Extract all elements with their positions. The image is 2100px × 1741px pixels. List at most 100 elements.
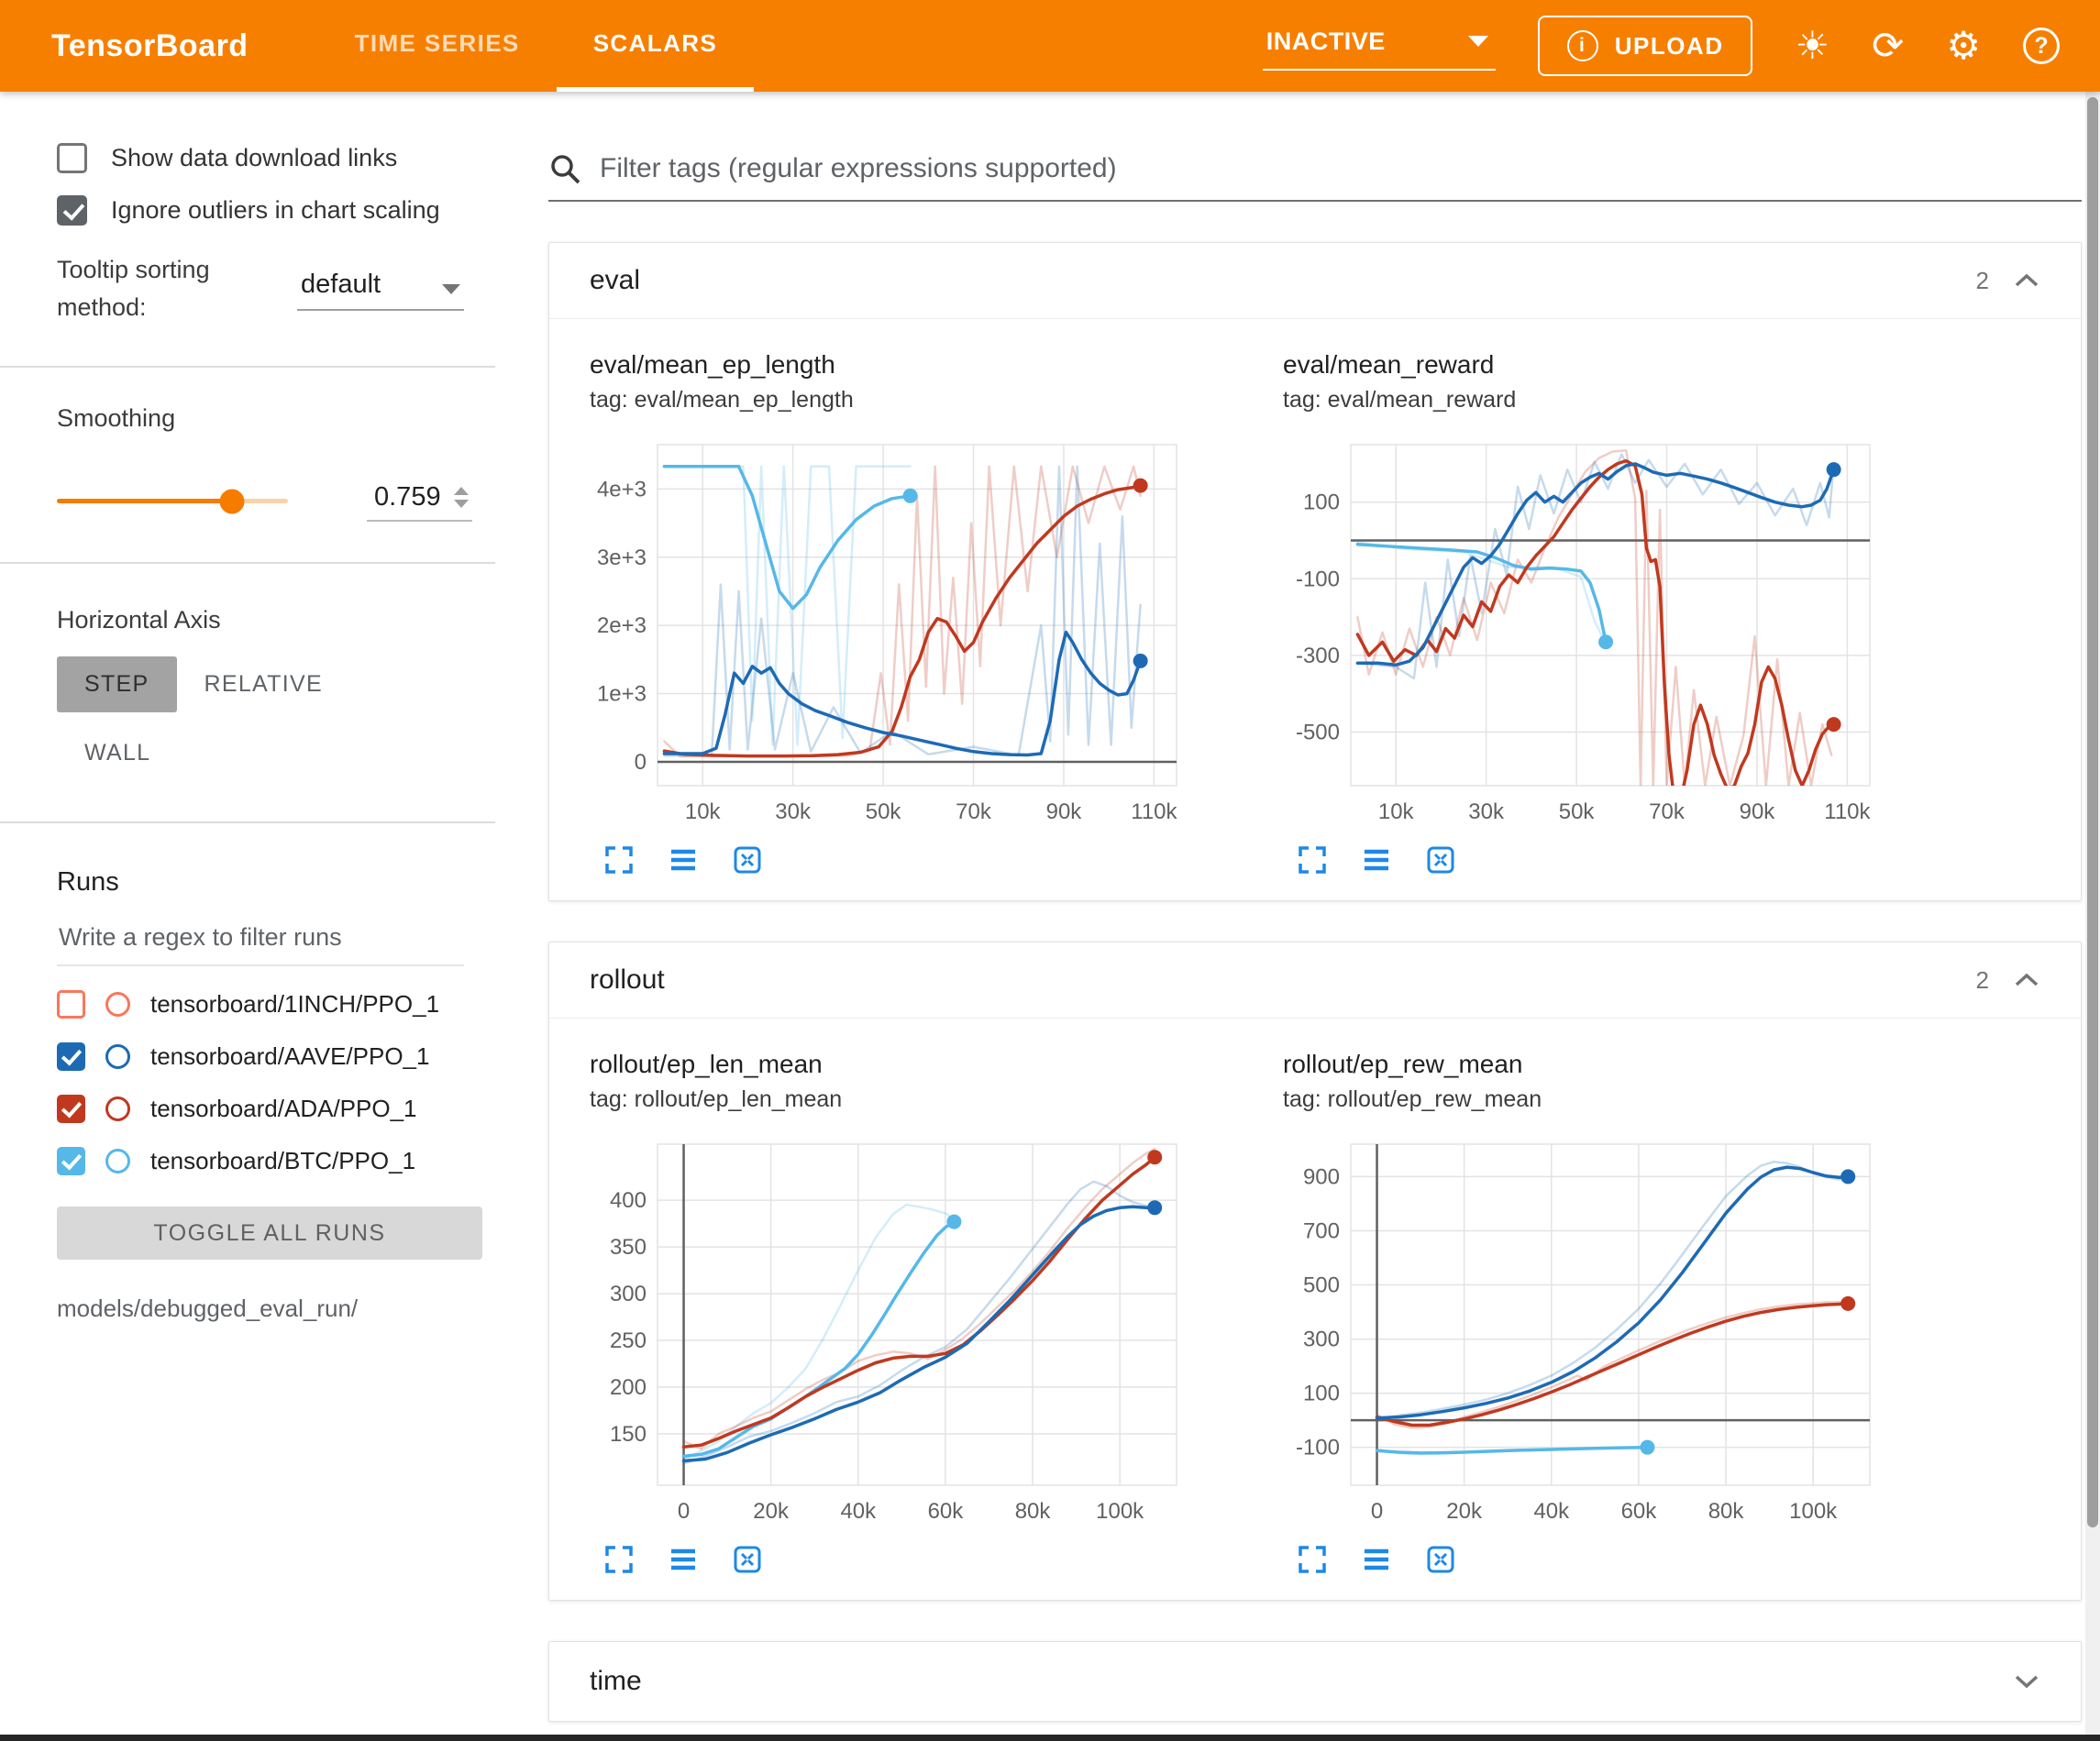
run-row: tensorboard/ADA/PPO_1 (57, 1095, 464, 1123)
tag-filter-input[interactable] (600, 153, 2082, 184)
svg-text:60k: 60k (1621, 1499, 1658, 1524)
fit-domain-icon[interactable] (1424, 843, 1457, 876)
settings-sidebar: Show data download links Ignore outliers… (0, 92, 495, 1741)
svg-text:20k: 20k (1446, 1499, 1483, 1524)
scrollbar-thumb[interactable] (2087, 97, 2098, 1527)
svg-text:110k: 110k (1824, 799, 1871, 824)
run-checkbox-1inch[interactable] (57, 990, 85, 1019)
chart-title: eval/mean_reward (1283, 350, 1925, 380)
tensorboard-logo[interactable]: TensorBoard (51, 28, 249, 64)
smoothing-input[interactable]: 0.759 (367, 480, 472, 522)
svg-text:30k: 30k (775, 799, 812, 824)
svg-text:900: 900 (1303, 1164, 1340, 1189)
chart-toolbar (1283, 1543, 1925, 1576)
show-download-links-checkbox[interactable] (57, 143, 87, 173)
settings-icon[interactable]: ⚙ (1946, 27, 1981, 65)
smoothing-slider[interactable] (57, 499, 288, 503)
chevron-down-icon (1468, 36, 1488, 47)
fit-domain-icon[interactable] (731, 1543, 764, 1576)
chart-plot[interactable]: 020k40k60k80k100k150200250300350400 (590, 1131, 1232, 1539)
vertical-scrollbar (2085, 92, 2100, 1741)
svg-text:2e+3: 2e+3 (597, 613, 647, 638)
tab-scalars[interactable]: SCALARS (557, 0, 754, 92)
svg-text:300: 300 (610, 1282, 647, 1306)
run-color-circle[interactable] (105, 1044, 130, 1069)
svg-text:250: 250 (610, 1328, 647, 1353)
svg-text:0: 0 (678, 1499, 690, 1524)
tooltip-sorting-label: Tooltip sorting method: (57, 251, 263, 325)
svg-text:300: 300 (1303, 1328, 1340, 1352)
page-body: Show data download links Ignore outliers… (0, 92, 2100, 1741)
collapse-chevron-up-icon[interactable] (2013, 271, 2040, 290)
ignore-outliers-label: Ignore outliers in chart scaling (111, 196, 440, 225)
stepper-down-icon[interactable] (454, 500, 469, 508)
chart-plot[interactable]: 10k30k50k70k90k110k100-100-300-500 (1283, 432, 1925, 840)
fit-domain-icon[interactable] (1424, 1543, 1457, 1576)
chart-title: eval/mean_ep_length (590, 350, 1232, 380)
brightness-icon[interactable]: ☀ (1795, 27, 1829, 65)
chart-card-rollout-ep-len-mean: rollout/ep_len_mean tag: rollout/ep_len_… (590, 1050, 1232, 1576)
tooltip-sorting-select[interactable]: default (297, 266, 464, 311)
fit-domain-icon[interactable] (731, 843, 764, 876)
horizontal-lines-icon[interactable] (1360, 1543, 1393, 1576)
section-time-header[interactable]: time (549, 1642, 2081, 1721)
run-checkbox-ada[interactable] (57, 1095, 85, 1123)
axis-wall-button[interactable]: WALL (57, 725, 178, 781)
run-label: tensorboard/ADA/PPO_1 (150, 1095, 417, 1123)
chart-plot[interactable]: 020k40k60k80k100k-100100300500700900 (1283, 1131, 1925, 1539)
axis-relative-button[interactable]: RELATIVE (177, 656, 350, 712)
smoothing-stepper[interactable] (454, 487, 469, 508)
main-tabs: TIME SERIES SCALARS (318, 0, 755, 92)
chart-plot[interactable]: 10k30k50k70k90k110k01e+32e+33e+34e+3 (590, 432, 1232, 840)
axis-step-button[interactable]: STEP (57, 656, 177, 712)
svg-text:80k: 80k (1708, 1499, 1745, 1524)
fullscreen-icon[interactable] (602, 843, 636, 876)
fullscreen-icon[interactable] (1296, 1543, 1329, 1576)
ignore-outliers-checkbox[interactable] (57, 195, 87, 226)
run-checkbox-btc[interactable] (57, 1147, 85, 1175)
collapse-chevron-up-icon[interactable] (2013, 971, 2040, 989)
runs-heading: Runs (57, 867, 464, 898)
inactive-dropdown[interactable]: INACTIVE (1263, 22, 1496, 71)
svg-text:90k: 90k (1740, 799, 1776, 824)
smoothing-value: 0.759 (374, 482, 441, 512)
section-time: time (548, 1641, 2082, 1722)
horizontal-lines-icon[interactable] (1360, 843, 1393, 876)
run-color-circle[interactable] (105, 1149, 130, 1174)
svg-text:100k: 100k (1789, 1499, 1838, 1524)
run-color-circle[interactable] (105, 992, 130, 1017)
topbar-right-cluster: INACTIVE i UPLOAD ☀ ⟳ ⚙ ? (1263, 16, 2060, 76)
section-eval-header[interactable]: eval 2 (549, 243, 2081, 319)
run-row: tensorboard/AAVE/PPO_1 (57, 1042, 464, 1071)
upload-button[interactable]: i UPLOAD (1538, 16, 1753, 76)
svg-text:4e+3: 4e+3 (597, 477, 647, 501)
svg-text:-100: -100 (1296, 567, 1340, 591)
chart-card-eval-mean-ep-length: eval/mean_ep_length tag: eval/mean_ep_le… (590, 350, 1232, 876)
tab-time-series[interactable]: TIME SERIES (318, 0, 557, 92)
svg-text:30k: 30k (1468, 799, 1505, 824)
svg-text:70k: 70k (1649, 799, 1686, 824)
coll apse-chevron-down-icon[interactable] (2013, 1672, 2040, 1691)
runs-filter-input[interactable] (57, 898, 464, 966)
run-color-circle[interactable] (105, 1096, 130, 1121)
svg-text:100: 100 (1303, 490, 1340, 515)
help-icon[interactable]: ? (2023, 28, 2060, 64)
run-checkbox-aave[interactable] (57, 1042, 85, 1071)
next-section-edge (0, 1735, 2100, 1741)
section-rollout-header[interactable]: rollout 2 (549, 942, 2081, 1019)
svg-text:100k: 100k (1096, 1499, 1144, 1524)
fullscreen-icon[interactable] (1296, 843, 1329, 876)
svg-text:70k: 70k (956, 799, 992, 824)
tag-filter-row (548, 152, 2082, 202)
fullscreen-icon[interactable] (602, 1543, 636, 1576)
svg-text:400: 400 (610, 1188, 647, 1213)
toggle-all-runs-button[interactable]: TOGGLE ALL RUNS (57, 1207, 482, 1260)
stepper-up-icon[interactable] (454, 487, 469, 495)
horizontal-lines-icon[interactable] (667, 843, 700, 876)
refresh-icon[interactable]: ⟳ (1872, 27, 1904, 65)
smoothing-slider-thumb[interactable] (220, 489, 245, 513)
horizontal-lines-icon[interactable] (667, 1543, 700, 1576)
smoothing-label: Smoothing (57, 404, 464, 433)
chart-tag: tag: rollout/ep_rew_mean (1283, 1086, 1925, 1113)
svg-text:0: 0 (635, 750, 647, 775)
